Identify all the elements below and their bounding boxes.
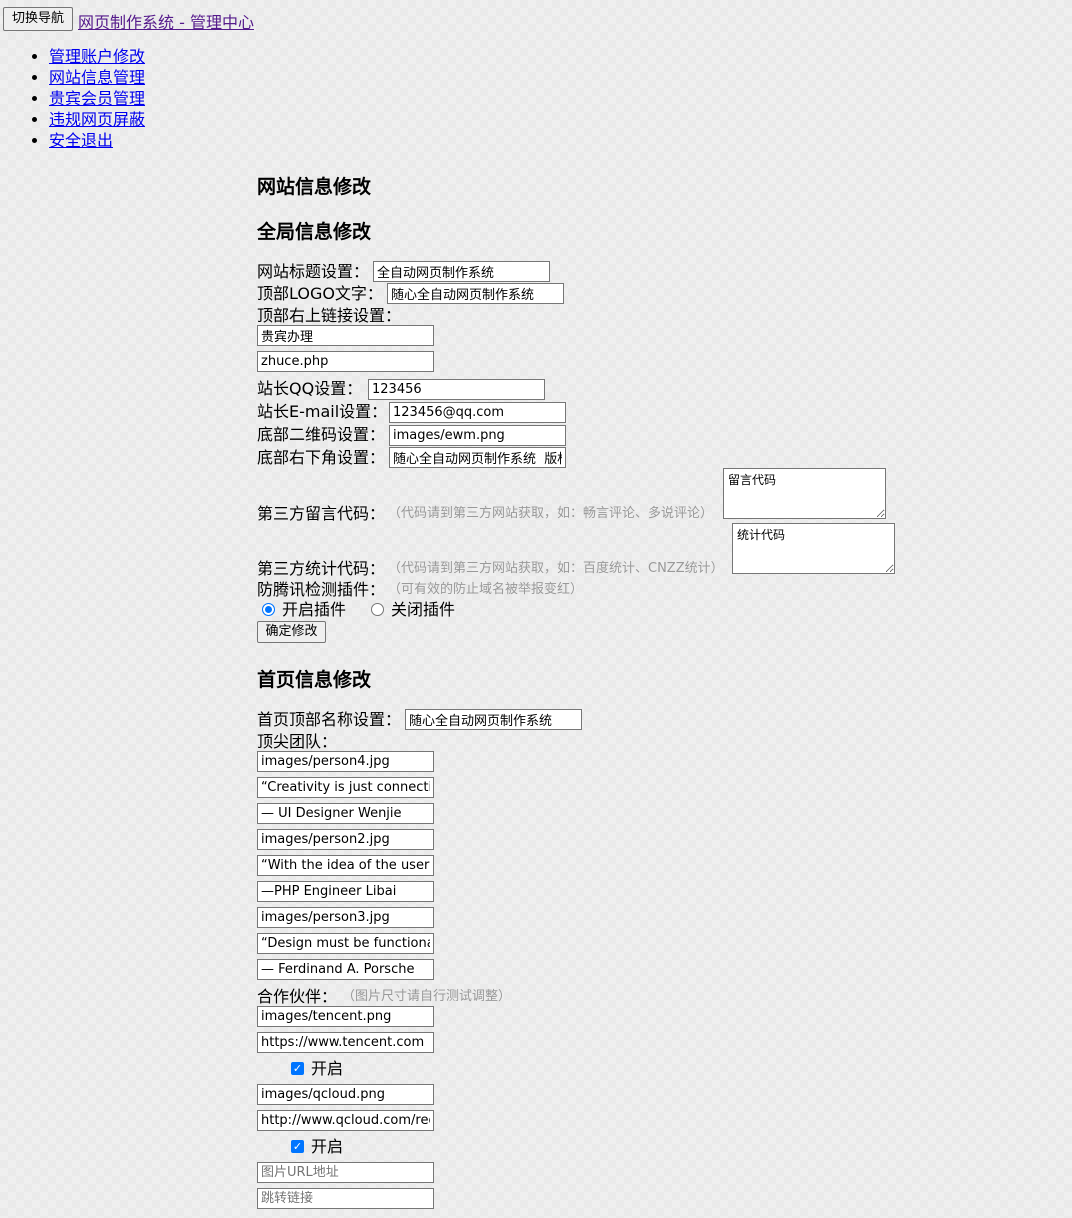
- partners-hint: （图片尺寸请自行测试调整）: [342, 989, 512, 1004]
- comment-code-textarea[interactable]: 留言代码: [723, 468, 886, 519]
- footer-right-input[interactable]: [389, 447, 566, 468]
- nav-link-vip[interactable]: 贵宾会员管理: [49, 89, 145, 108]
- email-input[interactable]: [389, 402, 566, 423]
- home-name-label: 首页顶部名称设置：: [257, 710, 402, 729]
- plugin-on-radio[interactable]: [262, 603, 275, 616]
- partner1-image-input[interactable]: [257, 1006, 434, 1027]
- plugin-off-radio[interactable]: [371, 603, 384, 616]
- nav-list: 管理账户修改 网站信息管理 贵宾会员管理 违规网页屏蔽 安全退出: [10, 46, 145, 151]
- nav-item: 管理账户修改: [49, 46, 145, 67]
- email-label: 站长E-mail设置：: [257, 402, 388, 421]
- team-field-input[interactable]: [257, 855, 434, 876]
- team-field-input[interactable]: [257, 803, 434, 824]
- page-title: 网站信息修改: [257, 176, 372, 198]
- top-right-link-label: 顶部右上链接设置：: [257, 306, 402, 325]
- nav-item: 网站信息管理: [49, 67, 145, 88]
- team-field-input[interactable]: [257, 751, 434, 772]
- top-right-link-url-input[interactable]: [257, 351, 434, 372]
- comment-code-hint: （代码请到第三方网站获取，如：畅言评论、多说评论）: [388, 506, 714, 521]
- team-field-input[interactable]: [257, 907, 434, 928]
- stats-code-label: 第三方统计代码：: [257, 559, 386, 578]
- qq-label: 站长QQ设置：: [257, 379, 363, 398]
- nav-link-site-info[interactable]: 网站信息管理: [49, 68, 145, 87]
- partner1-enable-label: 开启: [311, 1059, 344, 1078]
- team-label: 顶尖团队：: [257, 732, 338, 751]
- logo-text-input[interactable]: [387, 283, 564, 304]
- team-field-input[interactable]: [257, 881, 434, 902]
- nav-link-block[interactable]: 违规网页屏蔽: [49, 110, 145, 129]
- submit-button[interactable]: 确定修改: [257, 621, 326, 643]
- qrcode-input[interactable]: [389, 425, 566, 446]
- plugin-off-label: 关闭插件: [391, 600, 456, 619]
- global-section-title: 全局信息修改: [257, 221, 372, 243]
- team-field-input[interactable]: [257, 933, 434, 954]
- stats-code-textarea[interactable]: 统计代码: [732, 523, 895, 574]
- partner3-url-input[interactable]: [257, 1188, 434, 1209]
- footer-right-label: 底部右下角设置：: [257, 448, 386, 467]
- nav-link-account[interactable]: 管理账户修改: [49, 47, 145, 66]
- site-title-input[interactable]: [373, 261, 550, 282]
- home-name-input[interactable]: [405, 709, 582, 730]
- partner2-enable-label: 开启: [311, 1137, 344, 1156]
- anti-detect-hint: （可有效的防止域名被举报变红）: [388, 582, 584, 597]
- qrcode-label: 底部二维码设置：: [257, 425, 386, 444]
- qq-input[interactable]: [368, 379, 545, 400]
- partner1-enable-checkbox[interactable]: ✓: [291, 1062, 304, 1075]
- brand-link[interactable]: 网页制作系统 - 管理中心: [78, 9, 254, 33]
- team-field-input[interactable]: [257, 959, 434, 980]
- anti-detect-label: 防腾讯检测插件：: [257, 580, 386, 599]
- team-field-input[interactable]: [257, 829, 434, 850]
- plugin-on-label: 开启插件: [282, 600, 347, 619]
- partner2-enable-checkbox[interactable]: ✓: [291, 1140, 304, 1153]
- team-field-input[interactable]: [257, 777, 434, 798]
- logo-text-label: 顶部LOGO文字：: [257, 284, 383, 303]
- nav-item: 违规网页屏蔽: [49, 109, 145, 130]
- toggle-nav-button[interactable]: 切换导航: [3, 7, 73, 31]
- site-title-label: 网站标题设置：: [257, 262, 370, 281]
- partner1-url-input[interactable]: [257, 1032, 434, 1053]
- partner3-image-input[interactable]: [257, 1162, 434, 1183]
- partner2-image-input[interactable]: [257, 1084, 434, 1105]
- nav-item: 贵宾会员管理: [49, 88, 145, 109]
- stats-code-hint: （代码请到第三方网站获取，如：百度统计、CNZZ统计）: [388, 561, 724, 576]
- partner2-url-input[interactable]: [257, 1110, 434, 1131]
- partners-label: 合作伙伴：: [257, 987, 338, 1006]
- home-section-title: 首页信息修改: [257, 669, 372, 691]
- nav-link-logout[interactable]: 安全退出: [49, 131, 113, 150]
- top-right-link-text-input[interactable]: [257, 325, 434, 346]
- comment-code-label: 第三方留言代码：: [257, 504, 386, 523]
- nav-item: 安全退出: [49, 130, 145, 151]
